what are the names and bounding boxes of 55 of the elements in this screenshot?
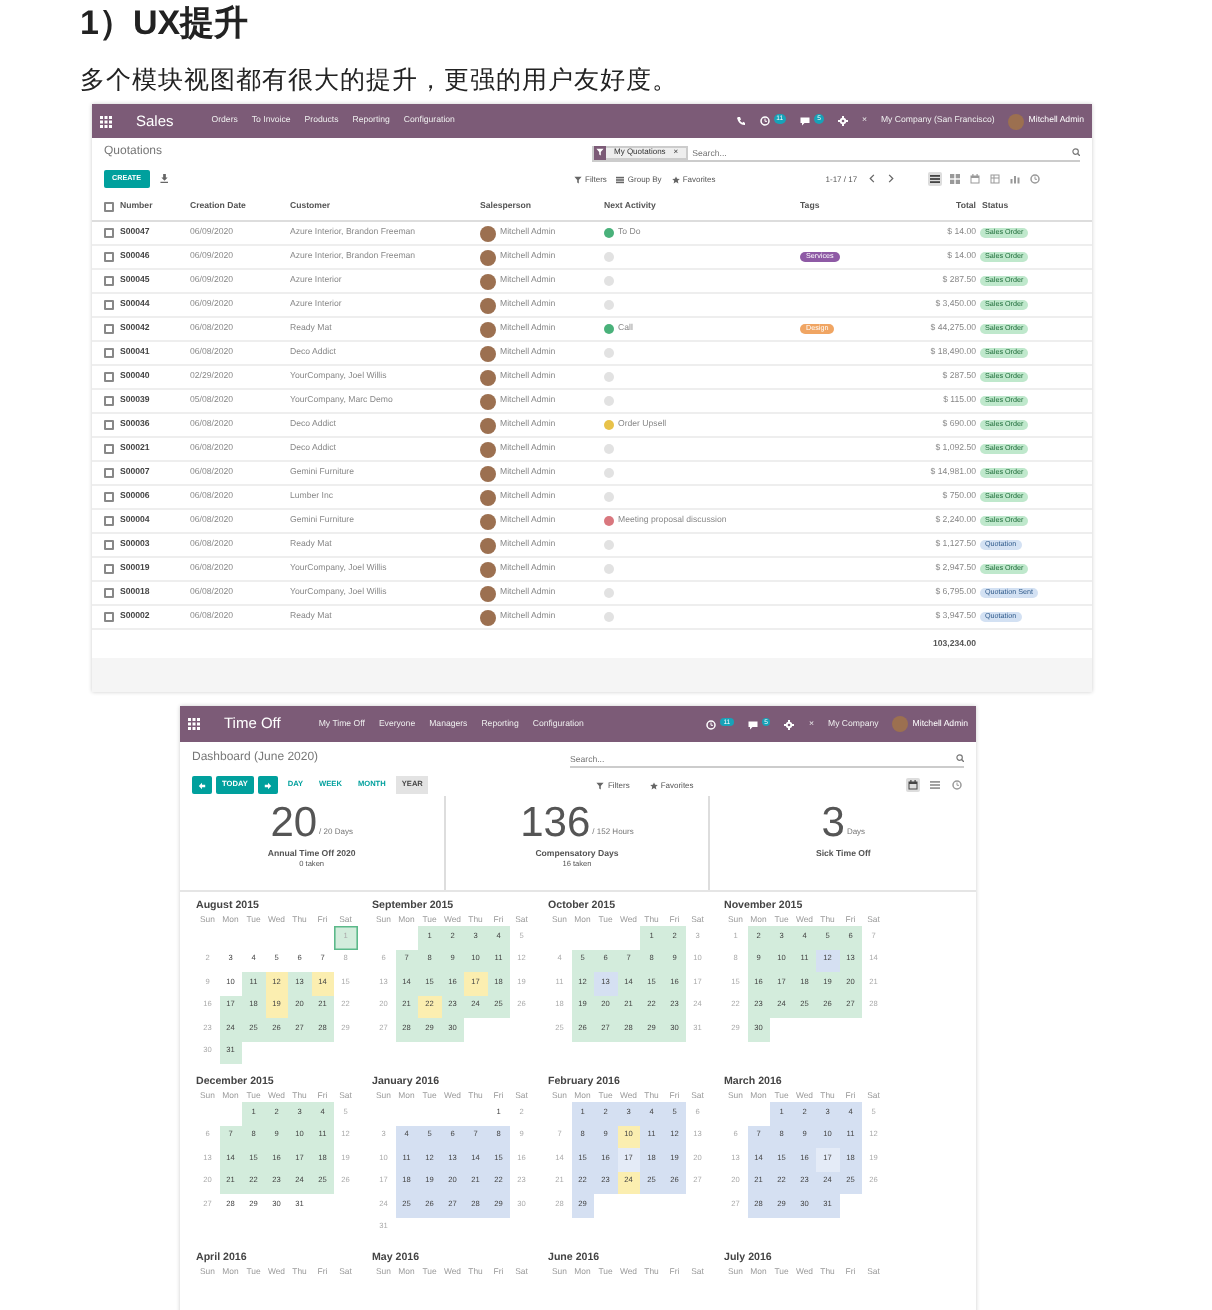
calendar-icon[interactable] [908,780,918,790]
checkbox[interactable] [104,372,114,382]
next-page-icon[interactable] [886,174,896,184]
checkbox[interactable] [104,202,114,212]
phone-icon[interactable] [735,116,746,126]
checkbox[interactable] [104,276,114,286]
bar-chart-icon[interactable] [1009,174,1020,184]
checkbox[interactable] [104,300,114,310]
article-heading: 1）UX提升 [80,2,251,46]
avatar [1008,113,1025,129]
filter-icon [596,148,604,156]
lines-icon [616,175,625,183]
checkbox[interactable] [104,516,114,526]
checkbox[interactable] [104,564,114,574]
kanban-icon[interactable] [949,174,960,184]
checkbox[interactable] [104,228,114,238]
previous-page-icon[interactable] [867,174,877,184]
activity-icon[interactable] [604,228,614,238]
apps-menu-icon[interactable] [188,718,200,730]
arrow-right-icon [263,781,272,789]
stat-value: 136 [520,802,591,846]
filter-icon [596,781,605,789]
checkbox[interactable] [104,420,114,430]
activity-icon[interactable] [604,324,614,334]
arrow-left-icon [198,781,206,789]
list-icon[interactable] [929,174,940,184]
checkbox[interactable] [104,324,114,334]
stat-value: 20 [270,802,318,846]
checkbox[interactable] [104,444,114,454]
checkbox[interactable] [104,468,114,478]
chat-icon[interactable] [800,116,811,126]
checkbox[interactable] [104,252,114,262]
search-icon[interactable] [955,753,964,763]
checkbox[interactable] [104,348,114,358]
search-icon[interactable] [1071,147,1080,157]
previous-button[interactable] [192,776,212,794]
clock-icon[interactable] [1029,174,1040,184]
article-paragraph: 多个模块视图都有很大的提升，更强的用户友好度。 [80,64,680,98]
star-icon [649,781,658,789]
filter-icon [574,175,583,183]
stat-value: 3 [821,802,845,846]
activity-icon[interactable] [604,516,614,526]
checkbox[interactable] [104,612,114,622]
download-icon[interactable] [159,174,169,184]
next-button[interactable] [257,776,278,794]
checkbox[interactable] [104,540,114,550]
star-icon [671,175,680,183]
avatar [892,716,909,732]
table-icon[interactable] [989,174,1000,184]
checkbox[interactable] [104,588,114,598]
checkbox[interactable] [104,396,114,406]
apps-menu-icon[interactable] [100,115,112,127]
checkbox[interactable] [104,492,114,502]
clock-icon[interactable] [952,780,962,790]
chat-icon[interactable] [747,719,758,729]
